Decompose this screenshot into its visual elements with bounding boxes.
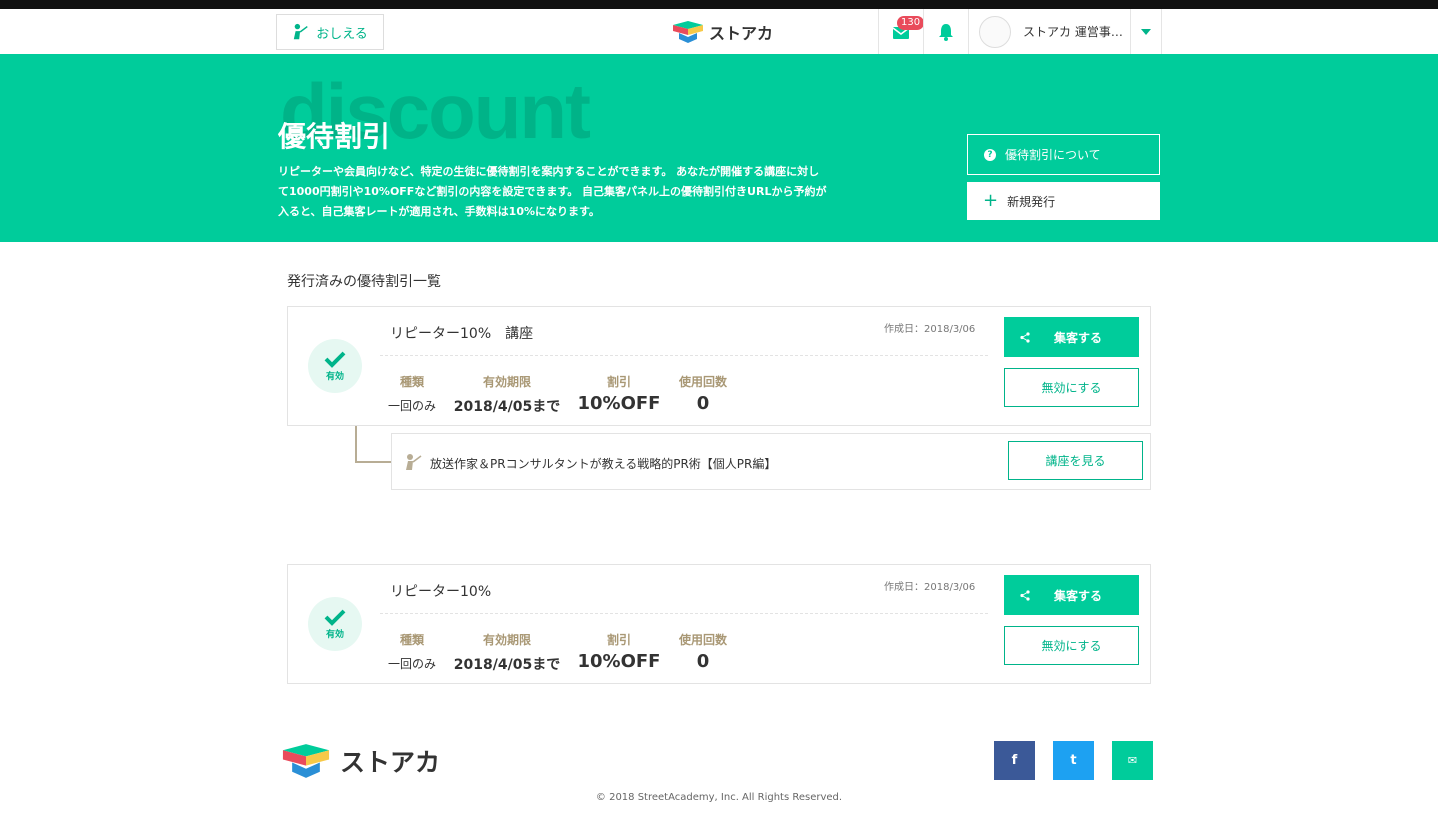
top-strip xyxy=(0,0,1438,9)
disable-button[interactable]: 無効にする xyxy=(1004,368,1139,407)
promote-label: 集客する xyxy=(1054,330,1103,345)
teacher-icon xyxy=(293,23,308,40)
promote-label: 集客する xyxy=(1054,588,1103,603)
expiry-header: 有効期限 xyxy=(482,633,531,647)
discount-header: 割引 xyxy=(606,633,631,647)
expiry-column: 有効期限 2018/4/05まで xyxy=(452,373,562,416)
teach-button[interactable]: おしえる xyxy=(276,14,384,50)
email-button[interactable]: ✉ xyxy=(1112,741,1153,780)
usage-column: 使用回数 0 xyxy=(672,373,734,414)
course-name: 放送作家＆PRコンサルタントが教える戦略的PR術【個人PR編】 xyxy=(430,457,777,471)
new-discount-button[interactable]: + 新規発行 xyxy=(967,182,1160,220)
view-course-button[interactable]: 講座を見る xyxy=(1008,441,1143,480)
user-menu-dropdown[interactable] xyxy=(1130,9,1162,54)
facebook-button[interactable]: f xyxy=(994,741,1035,780)
usage-header: 使用回数 xyxy=(678,375,727,389)
facebook-icon: f xyxy=(1011,753,1018,768)
teacher-icon xyxy=(406,454,422,470)
coupon-name: リピーター10% xyxy=(390,584,492,600)
type-column: 種類 一回のみ xyxy=(388,373,436,414)
page-description: リピーターや会員向けなど、特定の生徒に優待割引を案内することができます。 あなた… xyxy=(278,165,827,218)
type-header: 種類 xyxy=(399,375,424,389)
plus-icon: + xyxy=(983,190,999,211)
expiry-column: 有効期限 2018/4/05まで xyxy=(452,631,562,674)
header-actions: 130 ストアカ 運営事… xyxy=(878,9,1162,54)
course-connector xyxy=(355,426,391,463)
usage-header: 使用回数 xyxy=(678,633,727,647)
footer-logo[interactable]: ストアカ xyxy=(278,741,440,781)
mail-count-badge: 130 xyxy=(897,16,925,30)
status-label: 有効 xyxy=(325,372,344,382)
notifications-button[interactable] xyxy=(923,9,968,54)
site-header: おしえる ストアカ 130 ストアカ 運営事… xyxy=(0,9,1438,54)
about-discount-button[interactable]: ? 優待割引について xyxy=(967,134,1160,175)
site-logo[interactable]: ストアカ xyxy=(671,19,773,45)
type-column: 種類 一回のみ xyxy=(388,631,436,672)
status-badge: 有効 xyxy=(308,597,362,651)
status-label: 有効 xyxy=(325,630,344,640)
twitter-icon: t xyxy=(1070,753,1077,768)
caret-down-icon xyxy=(1141,28,1151,35)
section-title: 発行済みの優待割引一覧 xyxy=(287,274,441,290)
coupon-card: 有効 リピーター10% 講座 作成日：2018/3/06 種類 一回のみ 有効期… xyxy=(287,306,1151,426)
new-discount-label: 新規発行 xyxy=(1007,194,1056,209)
user-menu[interactable]: ストアカ 運営事… xyxy=(968,9,1130,54)
divider xyxy=(380,613,988,614)
bell-icon xyxy=(939,23,953,41)
expiry-value: 2018/4/05まで xyxy=(453,399,561,415)
status-badge: 有効 xyxy=(308,339,362,393)
twitter-button[interactable]: t xyxy=(1053,741,1094,780)
logo-text: ストアカ xyxy=(709,24,774,43)
disable-button[interactable]: 無効にする xyxy=(1004,626,1139,665)
coupon-card: 有効 リピーター10% 作成日：2018/3/06 種類 一回のみ 有効期限 2… xyxy=(287,564,1151,684)
usage-value: 0 xyxy=(696,393,710,414)
user-name: ストアカ 運営事… xyxy=(1023,25,1123,39)
linked-course: 放送作家＆PRコンサルタントが教える戦略的PR術【個人PR編】 講座を見る xyxy=(391,433,1151,490)
type-value: 一回のみ xyxy=(388,657,437,671)
copyright: © 2018 StreetAcademy, Inc. All Rights Re… xyxy=(595,792,843,803)
email-icon: ✉ xyxy=(1127,754,1138,767)
hero-banner: discount 優待割引 リピーターや会員向けなど、特定の生徒に優待割引を案内… xyxy=(0,54,1438,242)
about-discount-label: 優待割引について xyxy=(1005,148,1101,162)
teach-label: おしえる xyxy=(316,26,368,42)
discount-column: 割引 10%OFF xyxy=(576,631,662,672)
type-value: 一回のみ xyxy=(388,399,437,413)
created-date: 作成日：2018/3/06 xyxy=(884,324,976,335)
created-date: 作成日：2018/3/06 xyxy=(884,582,976,593)
discount-value: 10%OFF xyxy=(577,393,661,414)
discount-header: 割引 xyxy=(606,375,631,389)
messages-button[interactable]: 130 xyxy=(878,9,925,54)
check-icon xyxy=(324,351,346,368)
logo-mark-icon xyxy=(673,21,703,43)
discount-value: 10%OFF xyxy=(577,651,661,672)
usage-column: 使用回数 0 xyxy=(672,631,734,672)
question-icon: ? xyxy=(984,148,996,161)
share-icon xyxy=(1020,331,1030,343)
logo-mark-icon xyxy=(282,744,330,778)
coupon-name: リピーター10% 講座 xyxy=(390,326,534,342)
expiry-value: 2018/4/05まで xyxy=(453,657,561,673)
share-icon xyxy=(1020,589,1030,601)
discount-column: 割引 10%OFF xyxy=(576,373,662,414)
expiry-header: 有効期限 xyxy=(482,375,531,389)
check-icon xyxy=(324,609,346,626)
promote-button[interactable]: 集客する xyxy=(1004,575,1139,615)
type-header: 種類 xyxy=(399,633,424,647)
divider xyxy=(380,355,988,356)
footer-logo-text: ストアカ xyxy=(340,748,441,777)
promote-button[interactable]: 集客する xyxy=(1004,317,1139,357)
page-title: 優待割引 xyxy=(278,120,391,153)
avatar xyxy=(979,15,1011,48)
usage-value: 0 xyxy=(696,651,710,672)
